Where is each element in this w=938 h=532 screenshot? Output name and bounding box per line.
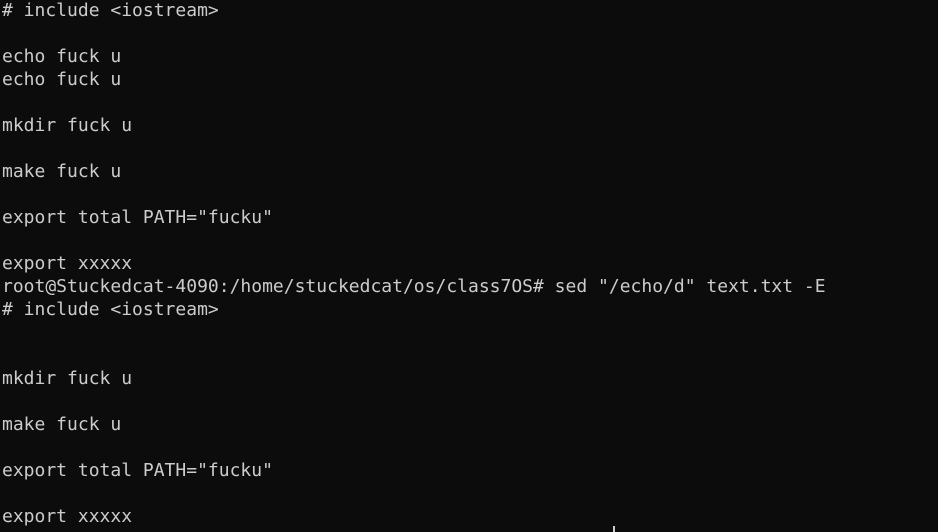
text-cursor bbox=[613, 526, 615, 532]
terminal-line: export total PATH="fucku" bbox=[2, 207, 273, 228]
terminal-line: export total PATH="fucku" bbox=[2, 460, 273, 481]
terminal-line: echo fuck u bbox=[2, 46, 122, 67]
terminal-line: echo fuck u bbox=[2, 69, 122, 90]
terminal-line: mkdir fuck u bbox=[2, 115, 133, 136]
command-prompt-line: root@Stuckedcat-4090:/home/stuckedcat/os… bbox=[2, 276, 826, 297]
terminal-line: mkdir fuck u bbox=[2, 368, 133, 389]
terminal-line: # include <iostream> bbox=[2, 299, 219, 320]
terminal-line: export xxxxx bbox=[2, 506, 133, 527]
terminal-window[interactable]: # include <iostream> echo fuck u echo fu… bbox=[0, 0, 938, 532]
terminal-line: export xxxxx bbox=[2, 253, 133, 274]
terminal-line: # include <iostream> bbox=[2, 0, 219, 21]
terminal-output: # include <iostream> echo fuck u echo fu… bbox=[2, 0, 826, 528]
terminal-line: make fuck u bbox=[2, 414, 122, 435]
terminal-line: make fuck u bbox=[2, 161, 122, 182]
